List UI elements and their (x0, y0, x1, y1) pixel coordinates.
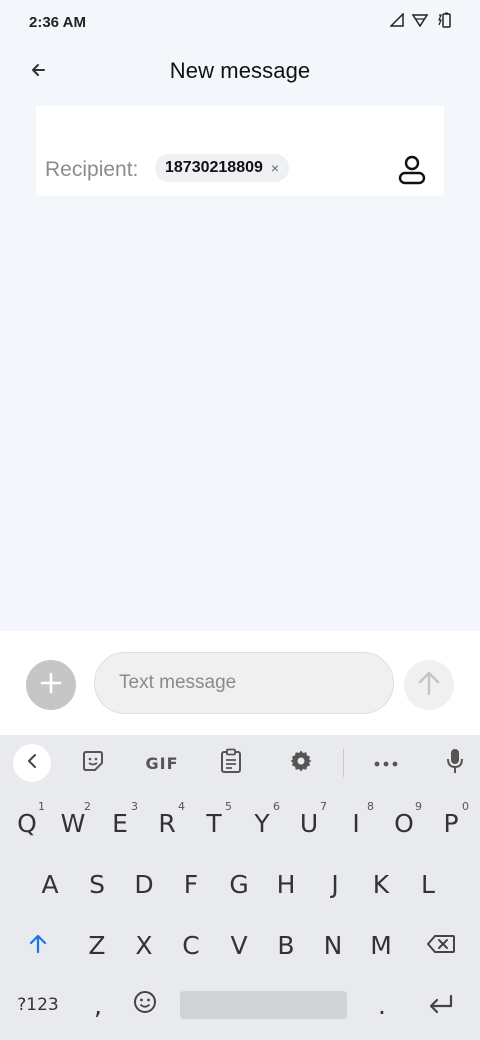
gif-label: GIF (145, 753, 179, 773)
key-number-hint: 3 (131, 800, 138, 813)
key-o[interactable]: O9 (382, 798, 426, 848)
enter-icon (428, 991, 454, 1020)
key-label: R (158, 808, 176, 838)
battery-icon (436, 12, 452, 33)
key-number-hint: 0 (462, 800, 469, 813)
shift-key[interactable] (16, 920, 60, 970)
key-x[interactable]: X (122, 920, 166, 970)
sticker-icon (81, 749, 105, 778)
keyboard-toolbar: GIF (0, 735, 480, 789)
toolbar-divider (343, 749, 344, 777)
key-m[interactable]: M (359, 920, 403, 970)
key-number-hint: 6 (273, 800, 280, 813)
sticker-button[interactable] (74, 744, 112, 782)
clipboard-icon (220, 748, 242, 779)
key-number-hint: 7 (320, 800, 327, 813)
key-label: Q (17, 808, 37, 838)
key-label: O (394, 808, 414, 838)
status-bar: 2:36 AM (0, 0, 480, 44)
contact-picker-button[interactable] (396, 154, 428, 186)
keyboard-settings-button[interactable] (282, 744, 320, 782)
key-h[interactable]: H (264, 859, 308, 909)
recipient-chip[interactable]: 18730218809 × (155, 154, 290, 182)
wifi-icon (411, 13, 429, 32)
key-label: T (206, 808, 222, 838)
emoji-icon (133, 990, 157, 1020)
message-input[interactable] (94, 652, 394, 714)
backspace-key[interactable] (419, 920, 463, 970)
key-p[interactable]: P0 (429, 798, 473, 848)
recipient-field[interactable]: Recipient: 18730218809 × (36, 106, 444, 196)
spacebar[interactable] (180, 991, 347, 1019)
key-number-hint: 1 (38, 800, 45, 813)
key-j[interactable]: J (313, 859, 357, 909)
key-label: I (352, 808, 360, 838)
status-time: 2:36 AM (29, 13, 86, 31)
enter-key[interactable] (419, 980, 463, 1030)
key-q[interactable]: Q1 (5, 798, 49, 848)
comma-key[interactable]: , (76, 980, 120, 1030)
key-b[interactable]: B (264, 920, 308, 970)
key-label: Y (254, 808, 270, 838)
compose-bar (0, 631, 480, 735)
key-k[interactable]: K (359, 859, 403, 909)
gear-icon (289, 749, 313, 778)
page-title: New message (169, 58, 311, 83)
keyboard: GIF Q1W2E3R4T5Y6U7I8O9P0 ASDFGHJKL Z X C… (0, 735, 480, 1040)
shift-arrow-icon (28, 931, 48, 960)
recipient-chip-text: 18730218809 (165, 159, 263, 176)
period-key[interactable]: . (360, 980, 404, 1030)
microphone-icon (446, 748, 464, 779)
more-options-button[interactable] (367, 744, 405, 782)
symbols-key[interactable]: ?123 (14, 980, 62, 1030)
arrow-up-icon (417, 670, 441, 701)
key-label: W (60, 808, 86, 838)
toolbar-collapse-button[interactable] (13, 744, 51, 782)
key-c[interactable]: C (169, 920, 213, 970)
key-f[interactable]: F (169, 859, 213, 909)
key-n[interactable]: N (311, 920, 355, 970)
key-w[interactable]: W2 (51, 798, 95, 848)
key-label: E (112, 808, 128, 838)
key-g[interactable]: G (217, 859, 261, 909)
more-dots-icon (374, 754, 398, 772)
chevron-left-icon (26, 753, 38, 774)
clipboard-button[interactable] (212, 744, 250, 782)
key-s[interactable]: S (75, 859, 119, 909)
gif-button[interactable]: GIF (138, 744, 186, 782)
key-i[interactable]: I8 (334, 798, 378, 848)
key-number-hint: 5 (225, 800, 232, 813)
key-r[interactable]: R4 (145, 798, 189, 848)
recipient-label: Recipient: (45, 158, 139, 181)
contact-person-icon (396, 155, 428, 190)
key-label: U (299, 808, 319, 838)
key-z[interactable]: Z (75, 920, 119, 970)
key-l[interactable]: L (406, 859, 450, 909)
app-header: New message (0, 44, 480, 100)
key-number-hint: 4 (178, 800, 185, 813)
voice-input-button[interactable] (436, 744, 474, 782)
key-a[interactable]: A (28, 859, 72, 909)
status-icons (389, 11, 452, 33)
signal-icon (389, 11, 404, 32)
key-number-hint: 9 (415, 800, 422, 813)
key-u[interactable]: U7 (287, 798, 331, 848)
send-button[interactable] (404, 660, 454, 710)
key-y[interactable]: Y6 (240, 798, 284, 848)
key-d[interactable]: D (122, 859, 166, 909)
backspace-icon (426, 931, 456, 960)
add-attachment-button[interactable] (26, 660, 76, 710)
chip-remove-button[interactable]: × (271, 161, 279, 175)
key-e[interactable]: E3 (98, 798, 142, 848)
key-v[interactable]: V (217, 920, 261, 970)
key-t[interactable]: T5 (192, 798, 236, 848)
emoji-key[interactable] (123, 980, 167, 1030)
key-number-hint: 8 (367, 800, 374, 813)
plus-icon (40, 672, 62, 699)
key-label: P (443, 808, 459, 838)
key-number-hint: 2 (84, 800, 91, 813)
